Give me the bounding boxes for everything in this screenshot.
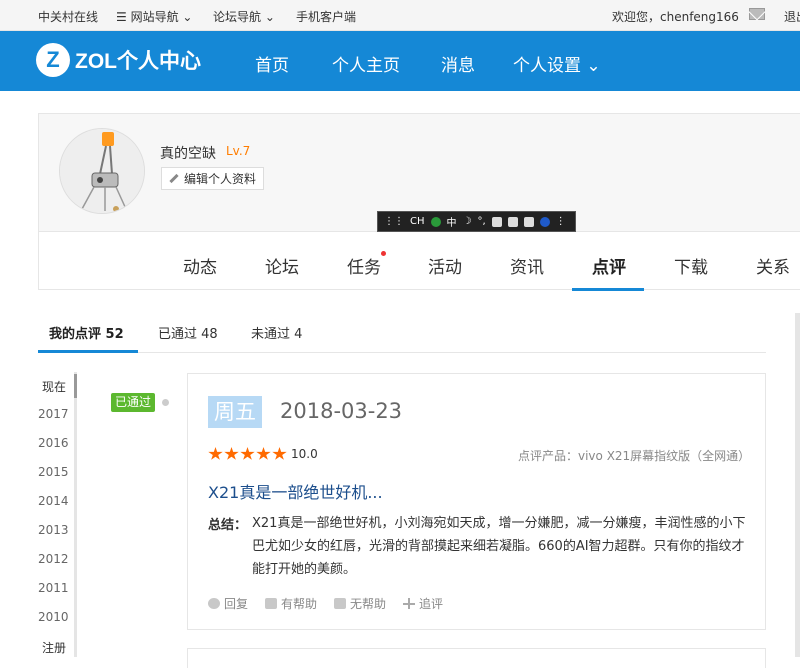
active-tab-underline	[572, 288, 644, 291]
star-icon	[272, 447, 287, 460]
not-helpful-button[interactable]: 无帮助	[334, 595, 386, 612]
comment-icon	[208, 598, 220, 609]
follow-up-label: 追评	[419, 597, 444, 611]
review-actions: 回复 有帮助 无帮助 追评	[208, 595, 443, 612]
nav-item-personal-page[interactable]: 个人主页	[332, 51, 400, 76]
moon-icon[interactable]: ☽	[463, 216, 472, 227]
user-level-badge: Lv.7	[226, 144, 251, 158]
plus-icon	[403, 598, 416, 609]
timeline-year[interactable]: 2015	[38, 465, 69, 479]
timeline-year[interactable]: 2011	[38, 581, 69, 595]
review-title-link[interactable]: X21真是一部绝世好机...	[208, 479, 383, 503]
helpful-label: 有帮助	[281, 597, 318, 611]
top-utility-bar: 中关村在线 ☰ 网站导航 ⌄ 论坛导航 ⌄ 手机客户端 欢迎您，chenfeng…	[0, 0, 800, 31]
timeline-dot	[162, 399, 169, 406]
edit-profile-label: 编辑个人资料	[184, 172, 257, 186]
tab-tasks[interactable]: 任务	[347, 253, 381, 278]
thumbs-down-icon	[334, 598, 347, 609]
review-weekday: 周五	[208, 396, 262, 428]
star-icon	[256, 447, 271, 460]
review-filter-tabs: 我的点评 52 已通过 48 未通过 4	[38, 310, 766, 353]
timeline-year[interactable]: 2013	[38, 523, 69, 537]
not-helpful-label: 无帮助	[350, 597, 387, 611]
review-summary: X21真是一部绝世好机，小刘海宛如天成，增一分嫌肥，减一分嫌瘦，丰润性感的小下巴…	[252, 516, 746, 577]
reply-label: 回复	[224, 597, 249, 611]
side-panel-edge	[795, 313, 800, 657]
tab-relations[interactable]: 关系	[756, 253, 790, 278]
keyboard-icon[interactable]	[491, 216, 502, 227]
wrench-icon[interactable]	[523, 216, 534, 227]
active-subtab-underline	[38, 350, 138, 353]
rating-score: 10.0	[291, 447, 318, 461]
timeline-year[interactable]: 2012	[38, 552, 69, 566]
zol-logo[interactable]: Z ZOL个人中心	[36, 43, 201, 77]
tab-reviews[interactable]: 点评	[592, 253, 626, 278]
ime-grip-icon[interactable]: ⋮⋮	[384, 216, 404, 227]
welcome-user-text[interactable]: 欢迎您，chenfeng166	[612, 8, 739, 25]
site-home-link[interactable]: 中关村在线	[38, 8, 98, 25]
star-icon	[224, 447, 239, 460]
review-date: 2018-03-23	[280, 399, 403, 423]
reply-button[interactable]: 回复	[208, 595, 248, 612]
logo-text: ZOL个人中心	[75, 50, 201, 73]
ime-toolbar[interactable]: ⋮⋮ CH 中 ☽ °, ⋮	[377, 211, 576, 232]
helpful-button[interactable]: 有帮助	[265, 595, 317, 612]
tab-events[interactable]: 活动	[428, 253, 462, 278]
timeline-marker	[74, 374, 77, 398]
ime-lang-label[interactable]: CH	[410, 216, 425, 227]
follow-up-button[interactable]: 追评	[403, 595, 443, 612]
help-icon[interactable]	[539, 216, 550, 227]
status-badge: 已通过	[111, 393, 156, 412]
star-icon	[240, 447, 255, 460]
punctuation-icon[interactable]: °,	[477, 216, 485, 227]
ime-chinese-mode[interactable]: 中	[447, 214, 457, 229]
site-nav-menu[interactable]: ☰ 网站导航 ⌄	[116, 8, 192, 25]
star-icon	[208, 447, 223, 460]
main-navigation: Z ZOL个人中心 首页 个人主页 消息 个人设置 ⌄	[0, 31, 800, 91]
tab-activity[interactable]: 动态	[183, 253, 217, 278]
tab-my-reviews[interactable]: 我的点评 52	[49, 323, 124, 342]
timeline-year[interactable]: 注册	[42, 639, 66, 656]
next-review-card	[187, 648, 766, 668]
skin-icon[interactable]	[507, 216, 518, 227]
edit-profile-button[interactable]: 编辑个人资料	[161, 167, 265, 190]
avatar[interactable]	[59, 128, 145, 214]
nav-item-home[interactable]: 首页	[255, 51, 289, 76]
avatar-image	[60, 129, 144, 213]
timeline-year[interactable]: 2014	[38, 494, 69, 508]
timeline-track	[74, 372, 77, 657]
tab-approved[interactable]: 已通过 48	[158, 323, 218, 342]
timeline-year[interactable]: 现在	[42, 378, 66, 395]
logout-link[interactable]: 退出	[784, 8, 800, 25]
tab-rejected[interactable]: 未通过 4	[251, 323, 302, 342]
timeline-year[interactable]: 2016	[38, 436, 69, 450]
nav-item-settings[interactable]: 个人设置 ⌄	[513, 51, 601, 76]
zol-logo-icon: Z	[36, 43, 70, 77]
year-timeline: 现在 2017 2016 2015 2014 2013 2012 2011 20…	[38, 372, 78, 657]
pencil-icon	[169, 173, 179, 184]
tab-news[interactable]: 资讯	[510, 253, 544, 278]
ime-menu-icon[interactable]: ⋮	[556, 216, 566, 227]
sogou-icon[interactable]	[430, 216, 441, 227]
thumbs-up-icon	[265, 598, 278, 609]
review-card: 周五 2018-03-23 10.0 点评产品：vivo X21屏幕指纹版（全网…	[187, 373, 766, 630]
tab-downloads[interactable]: 下载	[674, 253, 708, 278]
rating-stars	[208, 447, 287, 461]
summary-label: 总结：	[208, 518, 248, 533]
timeline-year[interactable]: 2010	[38, 610, 69, 624]
username: 真的空缺	[160, 146, 216, 162]
timeline-year[interactable]: 2017	[38, 407, 69, 421]
mail-icon[interactable]	[749, 8, 765, 20]
mobile-client-link[interactable]: 手机客户端	[296, 8, 356, 25]
notification-dot	[381, 251, 386, 256]
nav-item-messages[interactable]: 消息	[441, 51, 475, 76]
reviewed-product-link[interactable]: 点评产品：vivo X21屏幕指纹版（全网通）	[518, 447, 750, 464]
tab-forum[interactable]: 论坛	[265, 253, 299, 278]
forum-nav-menu[interactable]: 论坛导航 ⌄	[213, 8, 275, 25]
